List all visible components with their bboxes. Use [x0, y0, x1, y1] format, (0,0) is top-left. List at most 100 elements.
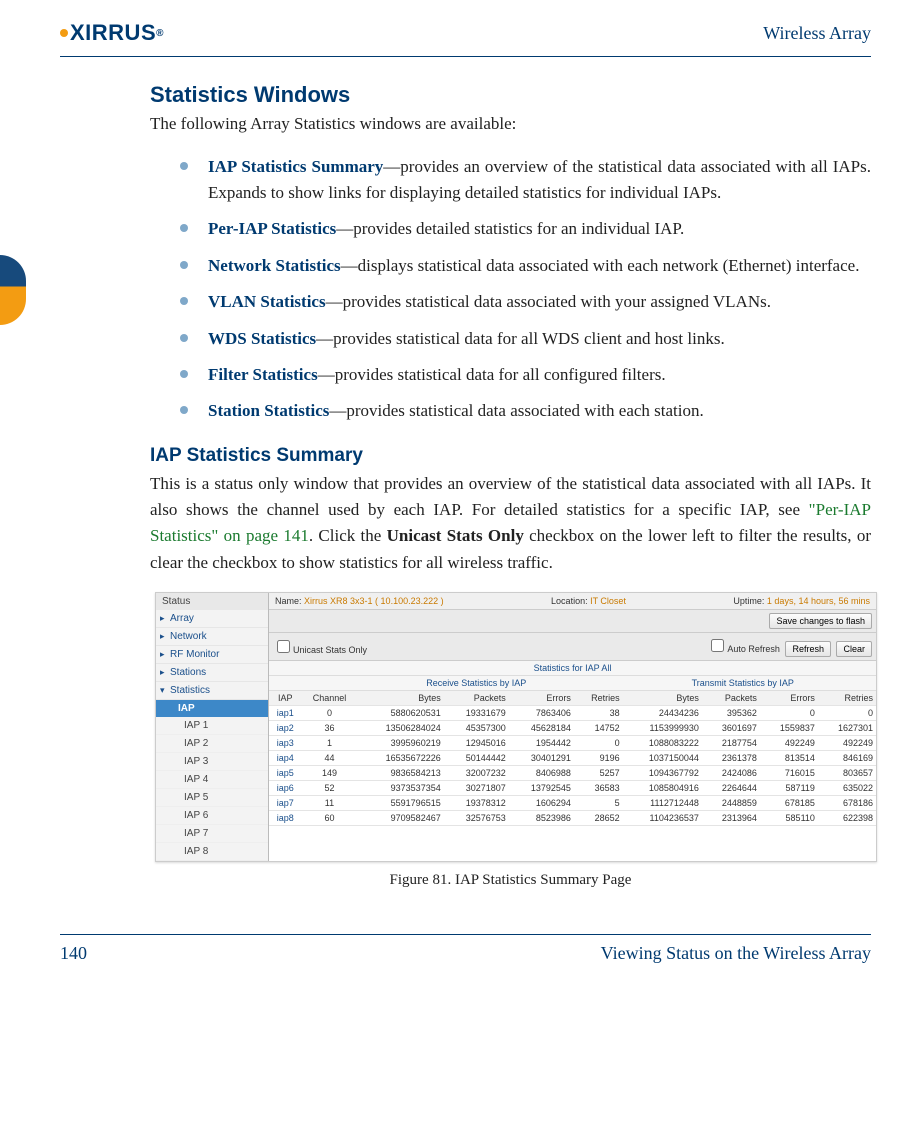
table-cell[interactable]: iap5	[269, 765, 302, 780]
table-row: iap8609709582467325767538523986286521104…	[269, 810, 876, 825]
list-term[interactable]: WDS Statistics	[208, 329, 316, 348]
sidebar-sub-iap7[interactable]: IAP 7	[156, 825, 268, 843]
autorefresh-checkbox-label[interactable]: Auto Refresh	[707, 644, 780, 654]
table-cell[interactable]: iap4	[269, 750, 302, 765]
table-cell: 44	[302, 750, 358, 765]
clear-button[interactable]: Clear	[836, 641, 872, 657]
table-cell[interactable]: iap6	[269, 780, 302, 795]
table-cell[interactable]: iap2	[269, 720, 302, 735]
autorefresh-label-text: Auto Refresh	[727, 644, 780, 654]
table-cell: 50144442	[444, 750, 509, 765]
sidebar-sub-iap1[interactable]: IAP 1	[156, 717, 268, 735]
sidebar-sub-iap2[interactable]: IAP 2	[156, 735, 268, 753]
subsection-body: This is a status only window that provid…	[150, 471, 871, 576]
tx-header: Transmit Statistics by IAP	[610, 676, 877, 690]
col-tx-packets: Packets	[702, 691, 760, 706]
section-tab	[0, 255, 26, 325]
col-rx-bytes: Bytes	[357, 691, 443, 706]
table-cell: 1559837	[760, 720, 818, 735]
table-cell: 1037150044	[623, 750, 702, 765]
list-desc: —provides statistical data for all WDS c…	[316, 329, 725, 348]
sidebar-sub-iap4[interactable]: IAP 4	[156, 771, 268, 789]
table-cell: 585110	[760, 810, 818, 825]
chapter-title: Viewing Status on the Wireless Array	[601, 943, 871, 964]
page-footer: 140 Viewing Status on the Wireless Array	[60, 934, 871, 964]
save-to-flash-button[interactable]: Save changes to flash	[769, 613, 872, 629]
page-number: 140	[60, 943, 87, 964]
list-term[interactable]: VLAN Statistics	[208, 292, 326, 311]
table-cell: 12945016	[444, 735, 509, 750]
table-cell: 45357300	[444, 720, 509, 735]
table-cell: 0	[574, 735, 623, 750]
name-label: Name:	[275, 596, 302, 606]
table-cell: 11	[302, 795, 358, 810]
list-term[interactable]: Per-IAP Statistics	[208, 219, 336, 238]
list-term[interactable]: IAP Statistics Summary	[208, 157, 383, 176]
autorefresh-checkbox[interactable]	[711, 639, 724, 652]
table-cell: 16535672226	[357, 750, 443, 765]
sidebar-sub-iap6[interactable]: IAP 6	[156, 807, 268, 825]
location-field: Location: IT Closet	[551, 596, 626, 606]
figure-caption: Figure 81. IAP Statistics Summary Page	[150, 872, 871, 889]
logo-dot-icon	[60, 29, 68, 37]
list-term[interactable]: Filter Statistics	[208, 365, 318, 384]
header-right: Wireless Array	[763, 23, 871, 44]
table-cell: 1606294	[509, 795, 574, 810]
save-toolbar: Save changes to flash	[269, 610, 876, 633]
list-desc: —displays statistical data associated wi…	[341, 256, 860, 275]
table-cell: 0	[302, 705, 358, 720]
sidebar-sub-iap3[interactable]: IAP 3	[156, 753, 268, 771]
list-desc: —provides detailed statistics for an ind…	[336, 219, 684, 238]
list-item: Station Statistics—provides statistical …	[180, 398, 871, 424]
stats-title: Statistics for IAP All	[269, 661, 876, 676]
table-cell: 2424086	[702, 765, 760, 780]
table-cell[interactable]: iap1	[269, 705, 302, 720]
table-cell: 149	[302, 765, 358, 780]
unicast-checkbox-label[interactable]: Unicast Stats Only	[273, 637, 367, 656]
list-term[interactable]: Network Statistics	[208, 256, 341, 275]
table-cell[interactable]: iap8	[269, 810, 302, 825]
list-item: Per-IAP Statistics—provides detailed sta…	[180, 216, 871, 242]
table-cell: 30401291	[509, 750, 574, 765]
table-cell: 5257	[574, 765, 623, 780]
table-cell: 678186	[818, 795, 876, 810]
table-cell[interactable]: iap7	[269, 795, 302, 810]
table-cell: 5880620531	[357, 705, 443, 720]
table-cell: 9836584213	[357, 765, 443, 780]
sidebar-sub-iap8[interactable]: IAP 8	[156, 843, 268, 861]
sidebar-header: Status	[156, 593, 268, 610]
refresh-button[interactable]: Refresh	[785, 641, 831, 657]
table-cell: 24434236	[623, 705, 702, 720]
table-cell: 1112712448	[623, 795, 702, 810]
table-row: iap6529373537354302718071379254536583108…	[269, 780, 876, 795]
sidebar-item-array[interactable]: Array	[156, 610, 268, 628]
table-cell: 52	[302, 780, 358, 795]
sidebar-item-stations[interactable]: Stations	[156, 664, 268, 682]
list-item: Filter Statistics—provides statistical d…	[180, 362, 871, 388]
table-cell: 1094367792	[623, 765, 702, 780]
table-cell: 36583	[574, 780, 623, 795]
brand-text: XIRRUS	[70, 20, 156, 46]
table-cell: 2187754	[702, 735, 760, 750]
brand-logo: XIRRUS®	[60, 20, 164, 46]
sidebar-sub-iap5[interactable]: IAP 5	[156, 789, 268, 807]
list-item: IAP Statistics Summary—provides an overv…	[180, 154, 871, 207]
unicast-checkbox[interactable]	[277, 640, 290, 653]
table-cell: 5	[574, 795, 623, 810]
sidebar-item-iap-selected[interactable]: IAP	[156, 700, 268, 717]
table-cell: 9709582467	[357, 810, 443, 825]
table-row: iap7115591796515193783121606294511127124…	[269, 795, 876, 810]
table-cell: 803657	[818, 765, 876, 780]
table-cell: 2313964	[702, 810, 760, 825]
col-channel: Channel	[302, 691, 358, 706]
sidebar-item-statistics[interactable]: Statistics	[156, 682, 268, 700]
table-cell[interactable]: iap3	[269, 735, 302, 750]
sidebar-item-network[interactable]: Network	[156, 628, 268, 646]
table-cell: 846169	[818, 750, 876, 765]
sidebar-item-rfmonitor[interactable]: RF Monitor	[156, 646, 268, 664]
table-row: iap4441653567222650144442304012919196103…	[269, 750, 876, 765]
table-row: iap1058806205311933167978634063824434236…	[269, 705, 876, 720]
list-item: VLAN Statistics—provides statistical dat…	[180, 289, 871, 315]
list-term[interactable]: Station Statistics	[208, 401, 329, 420]
table-cell: 492249	[818, 735, 876, 750]
